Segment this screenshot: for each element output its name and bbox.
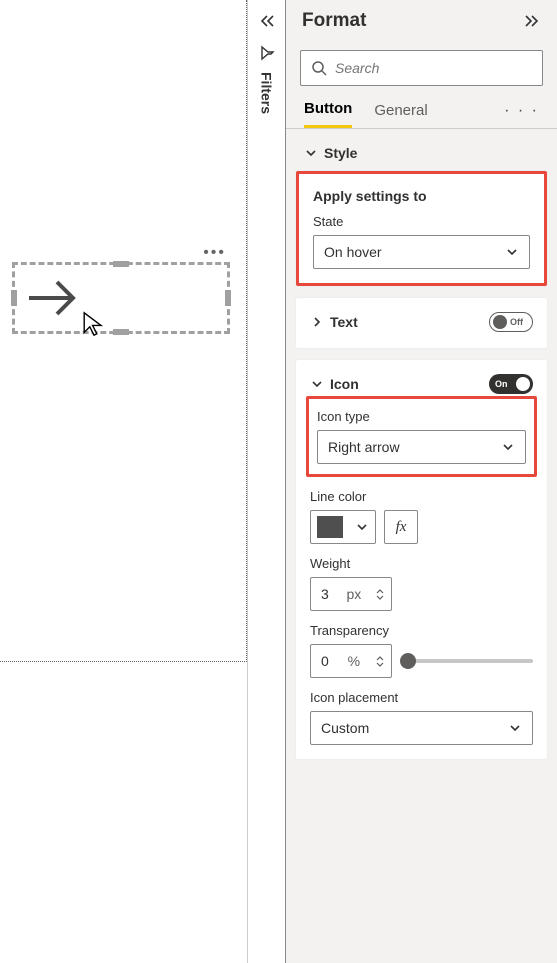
icon-card-label: Icon bbox=[330, 376, 359, 392]
weight-unit: px bbox=[347, 586, 362, 602]
line-color-label: Line color bbox=[310, 489, 533, 504]
transparency-unit: % bbox=[348, 653, 360, 669]
tab-general[interactable]: General bbox=[374, 102, 427, 127]
transparency-stepper[interactable] bbox=[375, 655, 385, 668]
icon-placement-label: Icon placement bbox=[310, 690, 533, 705]
resize-handle-left[interactable] bbox=[11, 290, 17, 306]
icon-placement-value: Custom bbox=[321, 720, 369, 736]
chevron-down-icon bbox=[304, 146, 318, 160]
filters-label: Filters bbox=[259, 72, 275, 114]
chevron-down-icon[interactable] bbox=[375, 595, 385, 601]
transparency-label: Transparency bbox=[310, 623, 533, 638]
transparency-slider[interactable] bbox=[402, 659, 533, 663]
style-section-header[interactable]: Style bbox=[286, 143, 557, 171]
chevron-down-icon bbox=[505, 245, 519, 259]
state-value: On hover bbox=[324, 244, 382, 260]
text-toggle-label: Off bbox=[510, 317, 523, 327]
weight-value: 3 bbox=[321, 586, 329, 602]
fx-button[interactable]: fx bbox=[384, 510, 418, 544]
color-swatch bbox=[317, 516, 343, 538]
text-card: Text Off bbox=[296, 298, 547, 348]
cursor-icon bbox=[80, 310, 108, 338]
icon-toggle[interactable]: On bbox=[489, 374, 533, 394]
text-card-label: Text bbox=[330, 314, 358, 330]
report-canvas[interactable]: ••• bbox=[0, 0, 248, 963]
filters-icon bbox=[259, 45, 275, 61]
state-label: State bbox=[313, 214, 530, 229]
search-icon bbox=[311, 60, 327, 76]
chevron-up-icon[interactable] bbox=[375, 655, 385, 661]
search-field[interactable] bbox=[335, 60, 532, 76]
transparency-value: 0 bbox=[321, 653, 329, 669]
weight-input[interactable]: 3 px bbox=[310, 577, 392, 611]
format-pane: Format Button General · · · Style Apply … bbox=[286, 0, 557, 963]
resize-handle-right[interactable] bbox=[225, 290, 231, 306]
resize-handle-top[interactable] bbox=[113, 261, 129, 267]
chevron-down-icon bbox=[355, 520, 369, 534]
weight-label: Weight bbox=[310, 556, 533, 571]
slider-thumb[interactable] bbox=[400, 653, 416, 669]
chevron-down-icon bbox=[508, 721, 522, 735]
tab-button[interactable]: Button bbox=[304, 100, 352, 128]
icon-type-value: Right arrow bbox=[328, 439, 400, 455]
pane-title: Format bbox=[302, 10, 366, 32]
text-toggle[interactable]: Off bbox=[489, 312, 533, 332]
chevron-right-icon[interactable] bbox=[310, 315, 324, 329]
icon-type-select[interactable]: Right arrow bbox=[317, 430, 526, 464]
line-color-picker[interactable] bbox=[310, 510, 376, 544]
style-section-label: Style bbox=[324, 145, 357, 161]
resize-handle-bottom[interactable] bbox=[113, 329, 129, 335]
weight-stepper[interactable] bbox=[375, 588, 385, 601]
search-input[interactable] bbox=[300, 50, 543, 86]
tabs-more[interactable]: · · · bbox=[504, 102, 539, 126]
expand-right-icon[interactable] bbox=[523, 14, 541, 28]
right-arrow-icon bbox=[23, 272, 83, 324]
icon-placement-select[interactable]: Custom bbox=[310, 711, 533, 745]
icon-type-label: Icon type bbox=[317, 409, 526, 424]
chevron-up-icon[interactable] bbox=[375, 588, 385, 594]
icon-card: Icon On Icon type Right arrow Line color… bbox=[296, 360, 547, 759]
visual-options-ellipsis[interactable]: ••• bbox=[203, 244, 226, 262]
apply-settings-card: Apply settings to State On hover bbox=[296, 171, 547, 286]
transparency-input[interactable]: 0 % bbox=[310, 644, 392, 678]
button-visual[interactable] bbox=[12, 262, 230, 334]
chevron-down-icon bbox=[501, 440, 515, 454]
chevron-down-icon[interactable] bbox=[375, 662, 385, 668]
filters-pane-collapsed[interactable]: Filters bbox=[248, 0, 286, 963]
apply-settings-label: Apply settings to bbox=[313, 188, 530, 204]
collapse-left-icon[interactable] bbox=[258, 14, 276, 28]
chevron-down-icon[interactable] bbox=[310, 377, 324, 391]
state-select[interactable]: On hover bbox=[313, 235, 530, 269]
icon-type-highlight: Icon type Right arrow bbox=[306, 396, 537, 477]
icon-toggle-label: On bbox=[495, 379, 508, 389]
